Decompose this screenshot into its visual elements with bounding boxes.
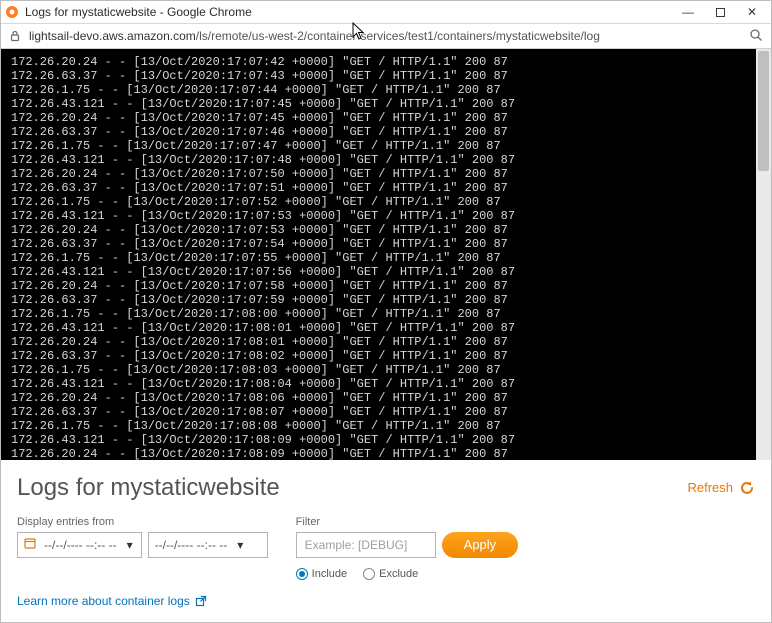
refresh-icon	[739, 480, 755, 496]
exclude-radio[interactable]: Exclude	[363, 568, 418, 580]
date-to-input[interactable]: --/--/---- --:-- -- ▾	[148, 532, 268, 558]
window-title: Logs for mystaticwebsite - Google Chrome	[25, 5, 673, 19]
refresh-button[interactable]: Refresh	[687, 480, 755, 496]
scrollbar[interactable]	[756, 49, 771, 460]
maximize-button[interactable]	[713, 5, 727, 19]
log-controls-panel: Logs for mystaticwebsite Refresh Display…	[1, 460, 771, 622]
page-title: Logs for mystaticwebsite	[17, 474, 280, 502]
learn-more-link[interactable]: Learn more about container logs	[17, 594, 755, 608]
display-entries-label: Display entries from	[17, 516, 268, 528]
address-url: lightsail-devo.aws.amazon.com/ls/remote/…	[29, 29, 741, 43]
log-output: 172.26.20.24 - - [13/Oct/2020:17:07:42 +…	[1, 49, 756, 460]
radio-dot	[363, 568, 375, 580]
chevron-down-icon: ▾	[125, 538, 135, 552]
search-icon[interactable]	[749, 28, 763, 45]
filter-group: Filter Apply Include Exclude	[296, 516, 519, 580]
apply-button[interactable]: Apply	[442, 532, 519, 558]
chrome-favicon	[5, 5, 19, 19]
external-link-icon	[195, 595, 207, 607]
filter-input[interactable]	[296, 532, 436, 558]
scrollbar-thumb[interactable]	[758, 51, 769, 171]
lock-icon	[9, 30, 21, 42]
calendar-icon	[24, 537, 36, 552]
refresh-label: Refresh	[687, 480, 733, 495]
close-button[interactable]: ✕	[745, 5, 759, 19]
minimize-button[interactable]: —	[681, 5, 695, 19]
date-from-input[interactable]: --/--/---- --:-- -- ▾	[17, 532, 142, 558]
radio-dot-selected	[296, 568, 308, 580]
window-titlebar: Logs for mystaticwebsite - Google Chrome…	[1, 1, 771, 24]
chevron-down-icon: ▾	[235, 538, 245, 552]
window-buttons: — ✕	[673, 5, 767, 19]
display-entries-group: Display entries from --/--/---- --:-- --…	[17, 516, 268, 580]
filter-label: Filter	[296, 516, 519, 528]
address-bar[interactable]: lightsail-devo.aws.amazon.com/ls/remote/…	[1, 24, 771, 49]
include-radio[interactable]: Include	[296, 568, 347, 580]
